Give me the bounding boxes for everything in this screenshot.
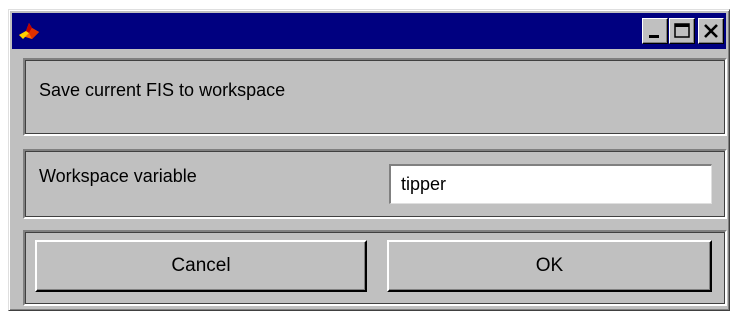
maximize-icon bbox=[674, 23, 690, 38]
workspace-variable-label: Workspace variable bbox=[39, 166, 197, 186]
cancel-button[interactable]: Cancel bbox=[35, 240, 367, 292]
title-bar[interactable] bbox=[12, 13, 726, 49]
maximize-button[interactable] bbox=[669, 18, 695, 44]
close-button[interactable] bbox=[698, 18, 724, 44]
dialog-window: Save current FIS to workspace Workspace … bbox=[8, 9, 730, 311]
ok-button[interactable]: OK bbox=[387, 240, 712, 292]
header-text: Save current FIS to workspace bbox=[39, 80, 286, 100]
workspace-variable-input[interactable]: tipper bbox=[389, 164, 712, 204]
close-icon bbox=[704, 24, 718, 38]
minimize-icon bbox=[649, 35, 659, 38]
matlab-logo-icon[interactable] bbox=[17, 19, 41, 43]
minimize-button[interactable] bbox=[642, 18, 668, 44]
